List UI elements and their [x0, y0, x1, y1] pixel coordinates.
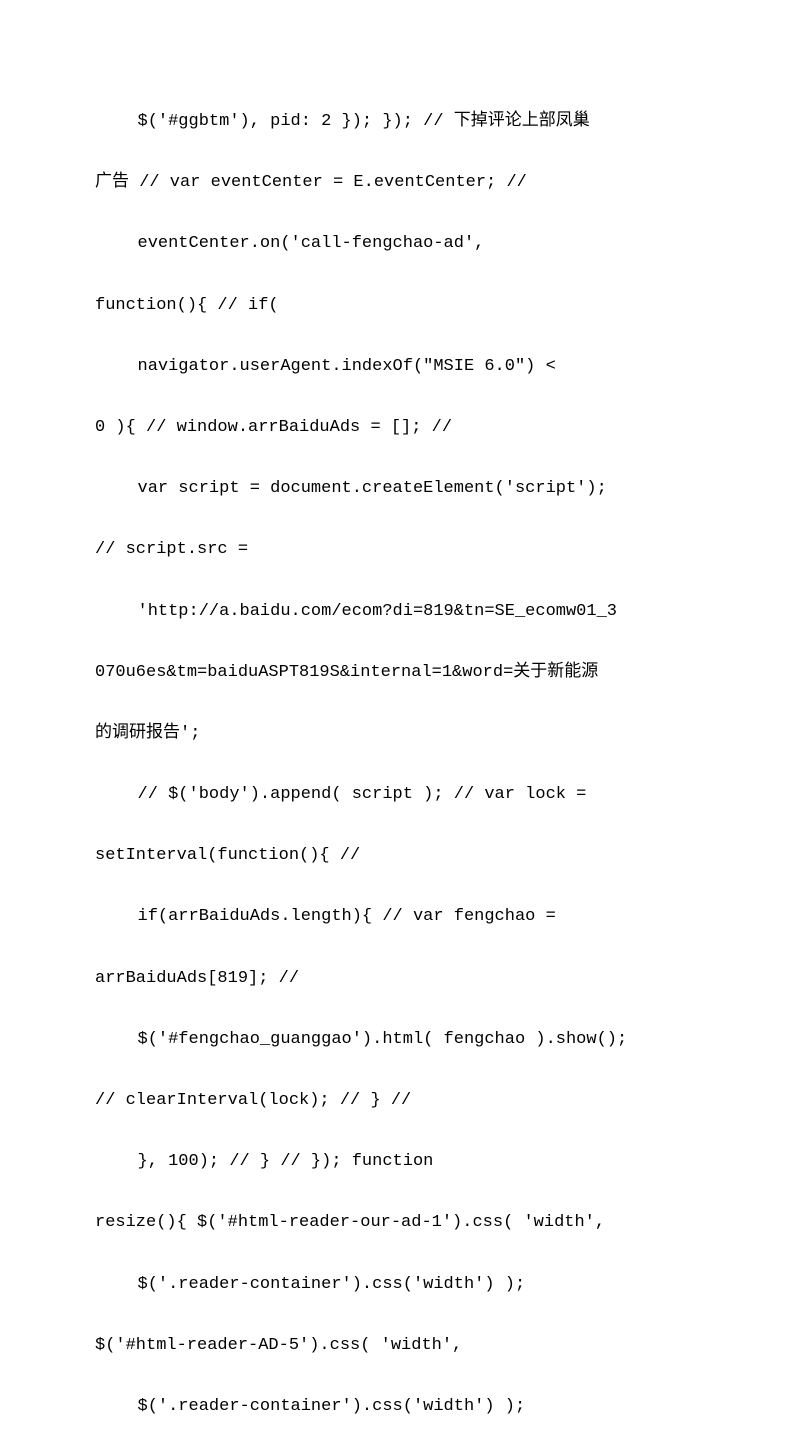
- code-line: $('#html-reader-AD-5').css( 'width',: [95, 1324, 699, 1368]
- code-line: resize(){ $('#html-reader-our-ad-1').css…: [95, 1201, 699, 1245]
- code-line: // clearInterval(lock); // } //: [95, 1079, 699, 1123]
- code-line: $('#fengchao_guanggao').html( fengchao )…: [95, 1018, 699, 1062]
- code-line: // script.src =: [95, 528, 699, 572]
- code-line: $('.reader-container').css('width') );: [95, 1385, 699, 1429]
- code-line: 广告 // var eventCenter = E.eventCenter; /…: [95, 161, 699, 205]
- code-line: navigator.userAgent.indexOf("MSIE 6.0") …: [95, 345, 699, 389]
- code-line: 的调研报告';: [95, 712, 699, 756]
- code-line: $('.reader-container').css('width') );: [95, 1263, 699, 1307]
- code-line: function(){ // if(: [95, 284, 699, 328]
- code-line: arrBaiduAds[819]; //: [95, 957, 699, 1001]
- document-page: $('#ggbtm'), pid: 2 }); }); // 下掉评论上部凤巢 …: [0, 0, 794, 1429]
- code-line: }, 100); // } // }); function: [95, 1140, 699, 1184]
- code-line: $('#ggbtm'), pid: 2 }); }); // 下掉评论上部凤巢: [95, 100, 699, 144]
- code-line: 070u6es&tm=baiduASPT819S&internal=1&word…: [95, 651, 699, 695]
- code-line: 0 ){ // window.arrBaiduAds = []; //: [95, 406, 699, 450]
- code-line: var script = document.createElement('scr…: [95, 467, 699, 511]
- code-line: 'http://a.baidu.com/ecom?di=819&tn=SE_ec…: [95, 590, 699, 634]
- code-line: // $('body').append( script ); // var lo…: [95, 773, 699, 817]
- code-line: setInterval(function(){ //: [95, 834, 699, 878]
- code-line: if(arrBaiduAds.length){ // var fengchao …: [95, 895, 699, 939]
- code-line: eventCenter.on('call-fengchao-ad',: [95, 222, 699, 266]
